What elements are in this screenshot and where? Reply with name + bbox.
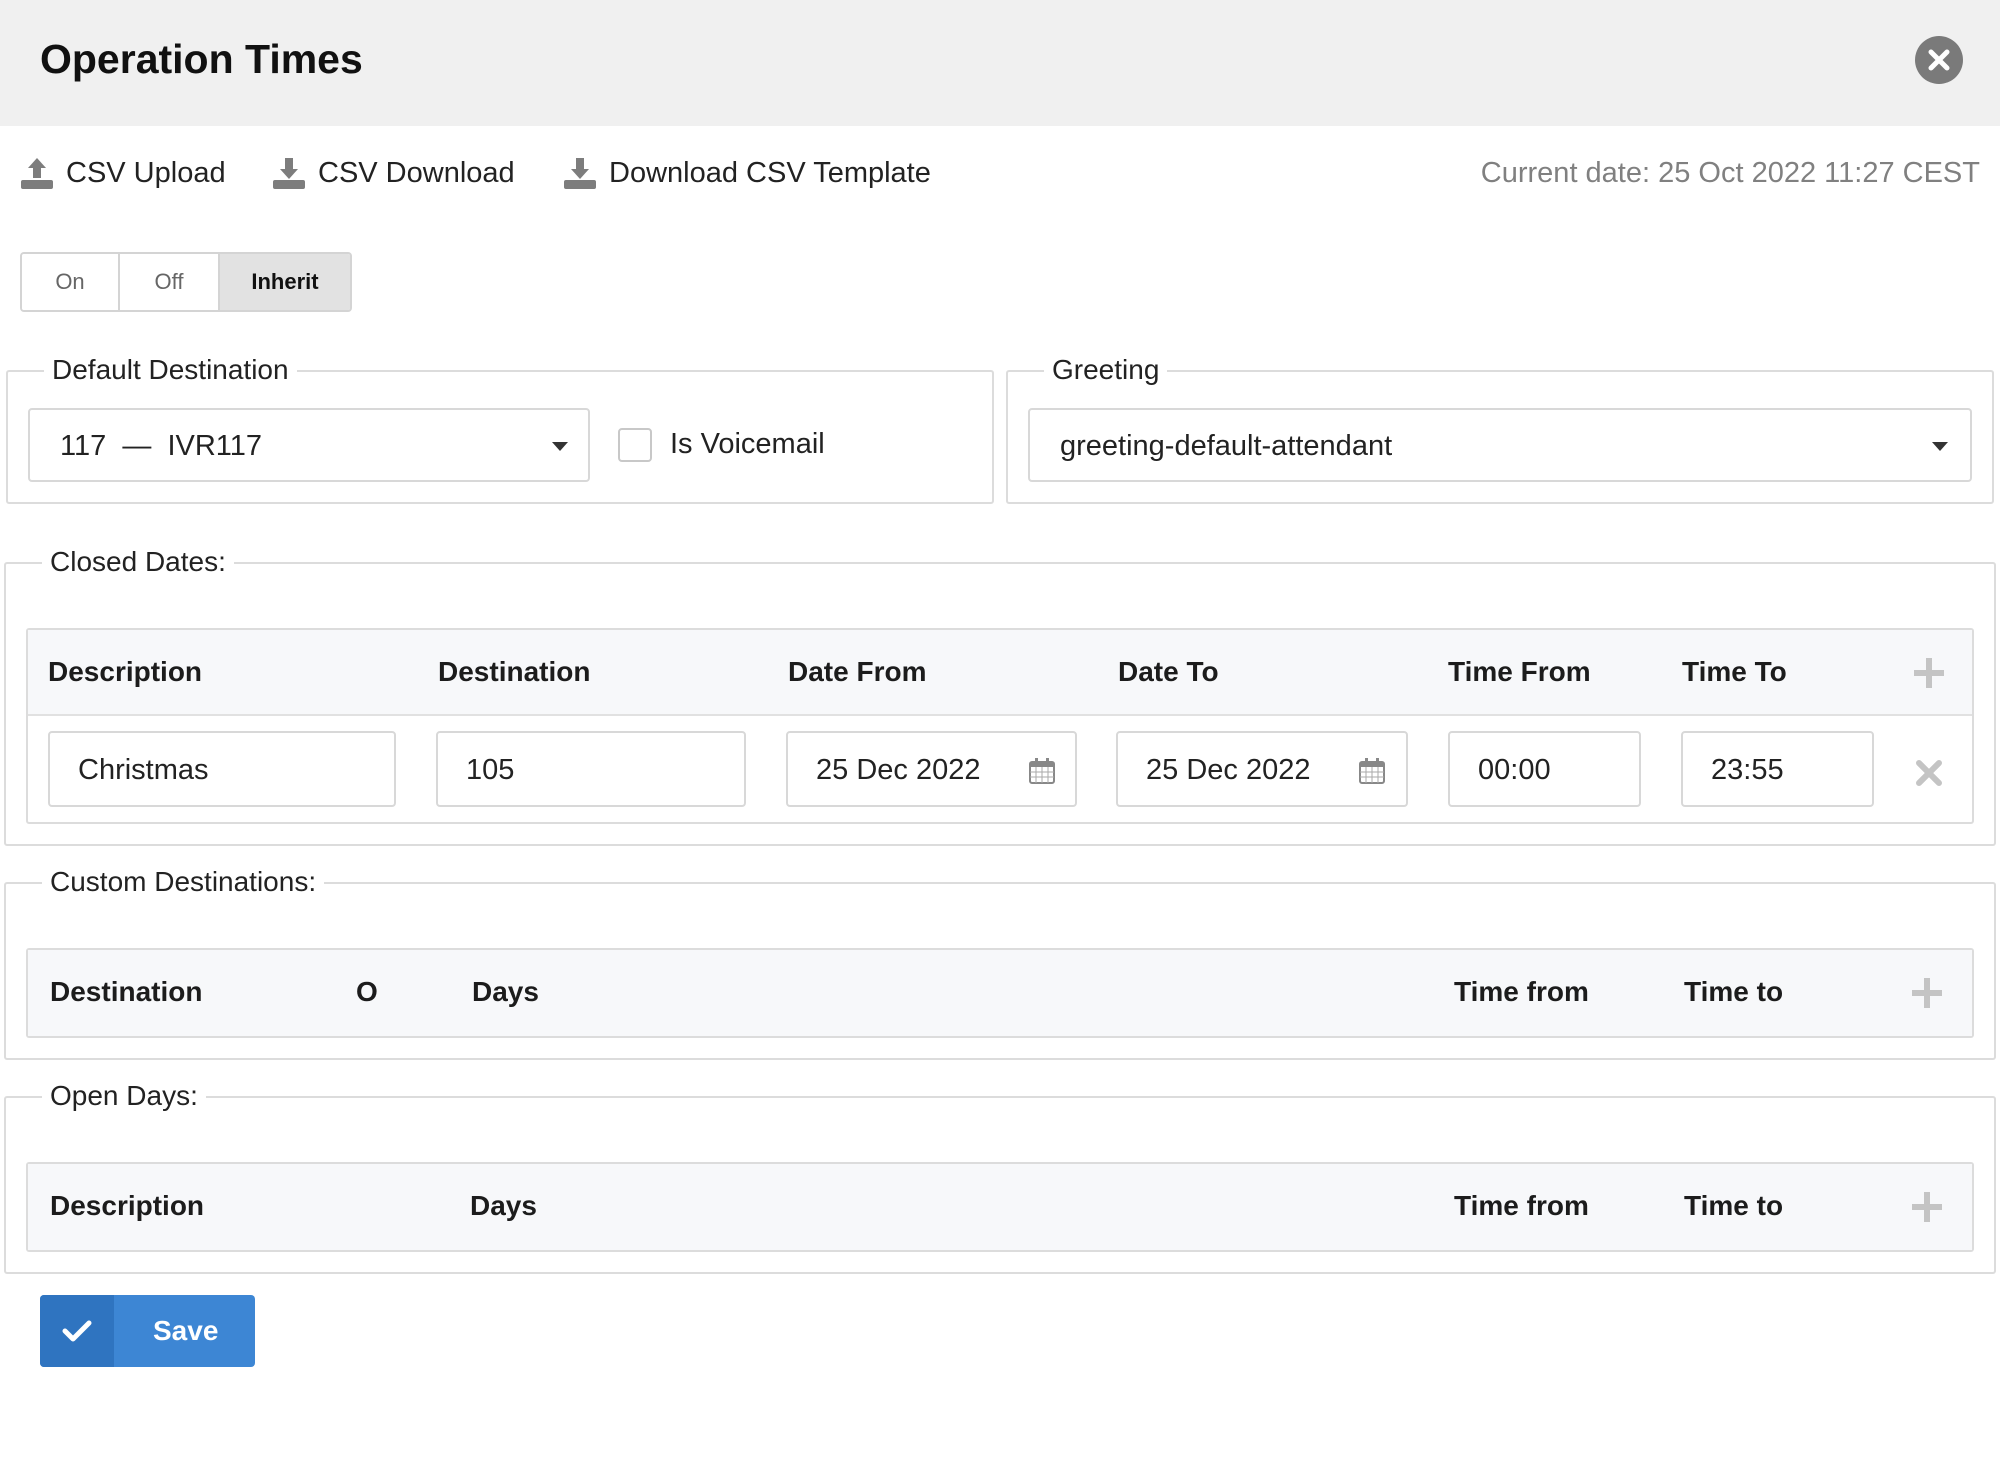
close-button[interactable]	[1915, 36, 1963, 84]
toggle-inherit[interactable]: Inherit	[220, 254, 350, 310]
save-label: Save	[153, 1315, 219, 1346]
custom-destinations-header: Destination O Days Time from Time to	[28, 950, 1972, 1036]
default-destination-legend: Default Destination	[44, 354, 297, 386]
chevron-down-icon	[552, 442, 568, 451]
column-header: Destination	[50, 976, 203, 1007]
column-header: Destination	[438, 656, 591, 687]
date-from-value: 25 Dec 2022	[816, 754, 981, 786]
check-icon	[62, 1320, 92, 1342]
csv-download-label: CSV Download	[318, 156, 515, 189]
column-header: Days	[472, 976, 539, 1007]
download-icon	[273, 158, 305, 189]
add-open-day-button[interactable]	[1912, 1192, 1942, 1222]
time-to-value: 23:55	[1711, 754, 1784, 786]
custom-destinations-legend: Custom Destinations:	[42, 866, 325, 898]
close-icon	[1928, 49, 1950, 71]
column-header: Time to	[1684, 976, 1784, 1007]
open-days-legend: Open Days:	[42, 1080, 206, 1112]
closed-dates-header: Description Destination Date From Date T…	[28, 630, 1972, 716]
time-to-input[interactable]: 23:55	[1681, 731, 1874, 807]
delete-row-icon[interactable]	[1916, 760, 1942, 786]
greeting-value: greeting-default-attendant	[1060, 430, 1393, 462]
column-header: Description	[50, 1190, 205, 1221]
toggle-on[interactable]: On	[22, 254, 120, 310]
date-to-input[interactable]: 25 Dec 2022	[1116, 731, 1408, 807]
custom-destinations-table: Destination O Days Time from Time to	[26, 948, 1974, 1038]
open-days-table: Description Days Time from Time to	[26, 1162, 1974, 1252]
open-days-header: Description Days Time from Time to	[28, 1164, 1972, 1250]
default-destination-select[interactable]: 117 — IVR117	[28, 408, 590, 482]
calendar-icon[interactable]	[1358, 757, 1386, 785]
csv-download-button[interactable]: CSV Download	[272, 153, 515, 193]
date-to-value: 25 Dec 2022	[1146, 754, 1311, 786]
csv-upload-label: CSV Upload	[66, 156, 226, 189]
greeting-select[interactable]: greeting-default-attendant	[1028, 408, 1972, 482]
download-icon	[564, 158, 596, 189]
column-header: Date To	[1118, 656, 1219, 687]
modal-header: Operation Times	[0, 0, 2000, 126]
save-button[interactable]: Save	[40, 1295, 255, 1367]
default-destination-value: 117 — IVR117	[60, 430, 263, 462]
closed-dates-legend: Closed Dates:	[42, 546, 234, 578]
column-header: Time from	[1454, 1190, 1589, 1221]
is-voicemail-checkbox[interactable]	[618, 428, 652, 462]
column-header: Time from	[1454, 976, 1589, 1007]
date-from-input[interactable]: 25 Dec 2022	[786, 731, 1077, 807]
calendar-icon[interactable]	[1028, 757, 1056, 785]
closed-date-description-input[interactable]: Christmas	[48, 731, 396, 807]
page-title: Operation Times	[40, 36, 363, 82]
column-header: Days	[470, 1190, 537, 1221]
save-icon-box	[40, 1295, 114, 1367]
description-value: Christmas	[78, 754, 209, 786]
current-date: Current date: 25 Oct 2022 11:27 CEST	[1480, 157, 1980, 189]
upload-icon	[21, 158, 53, 189]
time-from-input[interactable]: 00:00	[1448, 731, 1641, 807]
column-header: Date From	[788, 656, 927, 687]
download-csv-template-button[interactable]: Download CSV Template	[563, 153, 931, 193]
closed-date-destination-input[interactable]: 105	[436, 731, 746, 807]
column-header: Time To	[1682, 656, 1787, 687]
greeting-legend: Greeting	[1044, 354, 1168, 386]
column-header: Time From	[1448, 656, 1591, 687]
column-header: O	[356, 976, 378, 1007]
column-header: Time to	[1684, 1190, 1784, 1221]
destination-value: 105	[466, 754, 515, 786]
download-csv-template-label: Download CSV Template	[609, 156, 931, 189]
add-custom-destination-button[interactable]	[1912, 978, 1942, 1008]
is-voicemail-label: Is Voicemail	[670, 428, 825, 460]
mode-toggle: On Off Inherit	[20, 252, 352, 312]
csv-upload-button[interactable]: CSV Upload	[20, 153, 226, 193]
chevron-down-icon	[1932, 442, 1948, 451]
column-header: Description	[48, 656, 203, 687]
time-from-value: 00:00	[1478, 754, 1551, 786]
toggle-off[interactable]: Off	[120, 254, 220, 310]
add-closed-date-button[interactable]	[1914, 658, 1944, 688]
